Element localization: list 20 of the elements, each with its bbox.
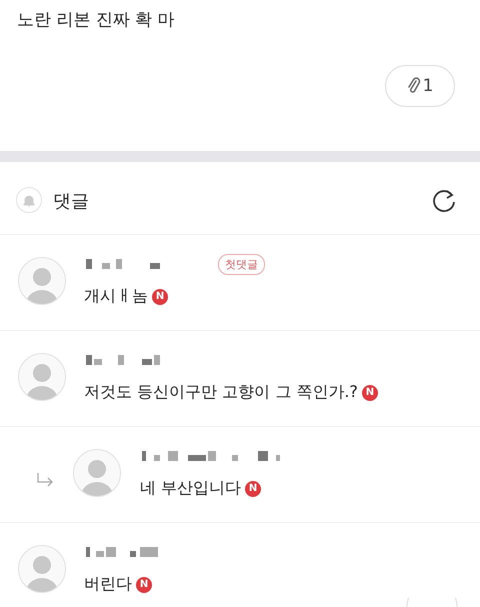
comment-text: 개시ㅐ놈 <box>84 286 148 307</box>
new-badge: N <box>152 288 168 304</box>
post-body: 노란 리본 진짜 확 마 <box>17 9 175 31</box>
refresh-icon[interactable] <box>430 187 458 215</box>
avatar <box>73 449 121 497</box>
bell-icon <box>16 187 42 213</box>
avatar <box>18 353 66 401</box>
comment-text: 저것도 등신이구만 고향이 그 쪽인가.? <box>84 382 358 403</box>
new-badge: N <box>362 384 378 400</box>
comment-text: 네 부산입니다 <box>140 478 242 499</box>
first-comment-tag: 첫댓글 <box>218 254 265 275</box>
new-badge: N <box>136 576 152 592</box>
attachment-button[interactable]: 1 <box>385 65 455 107</box>
avatar <box>18 545 66 593</box>
new-badge: N <box>245 480 262 496</box>
comments-title: 댓글 <box>53 190 89 213</box>
blurred-name-drawing <box>86 545 158 559</box>
avatar <box>18 257 66 305</box>
comment-text: 버린다 <box>84 574 132 595</box>
paperclip-icon <box>406 77 421 95</box>
